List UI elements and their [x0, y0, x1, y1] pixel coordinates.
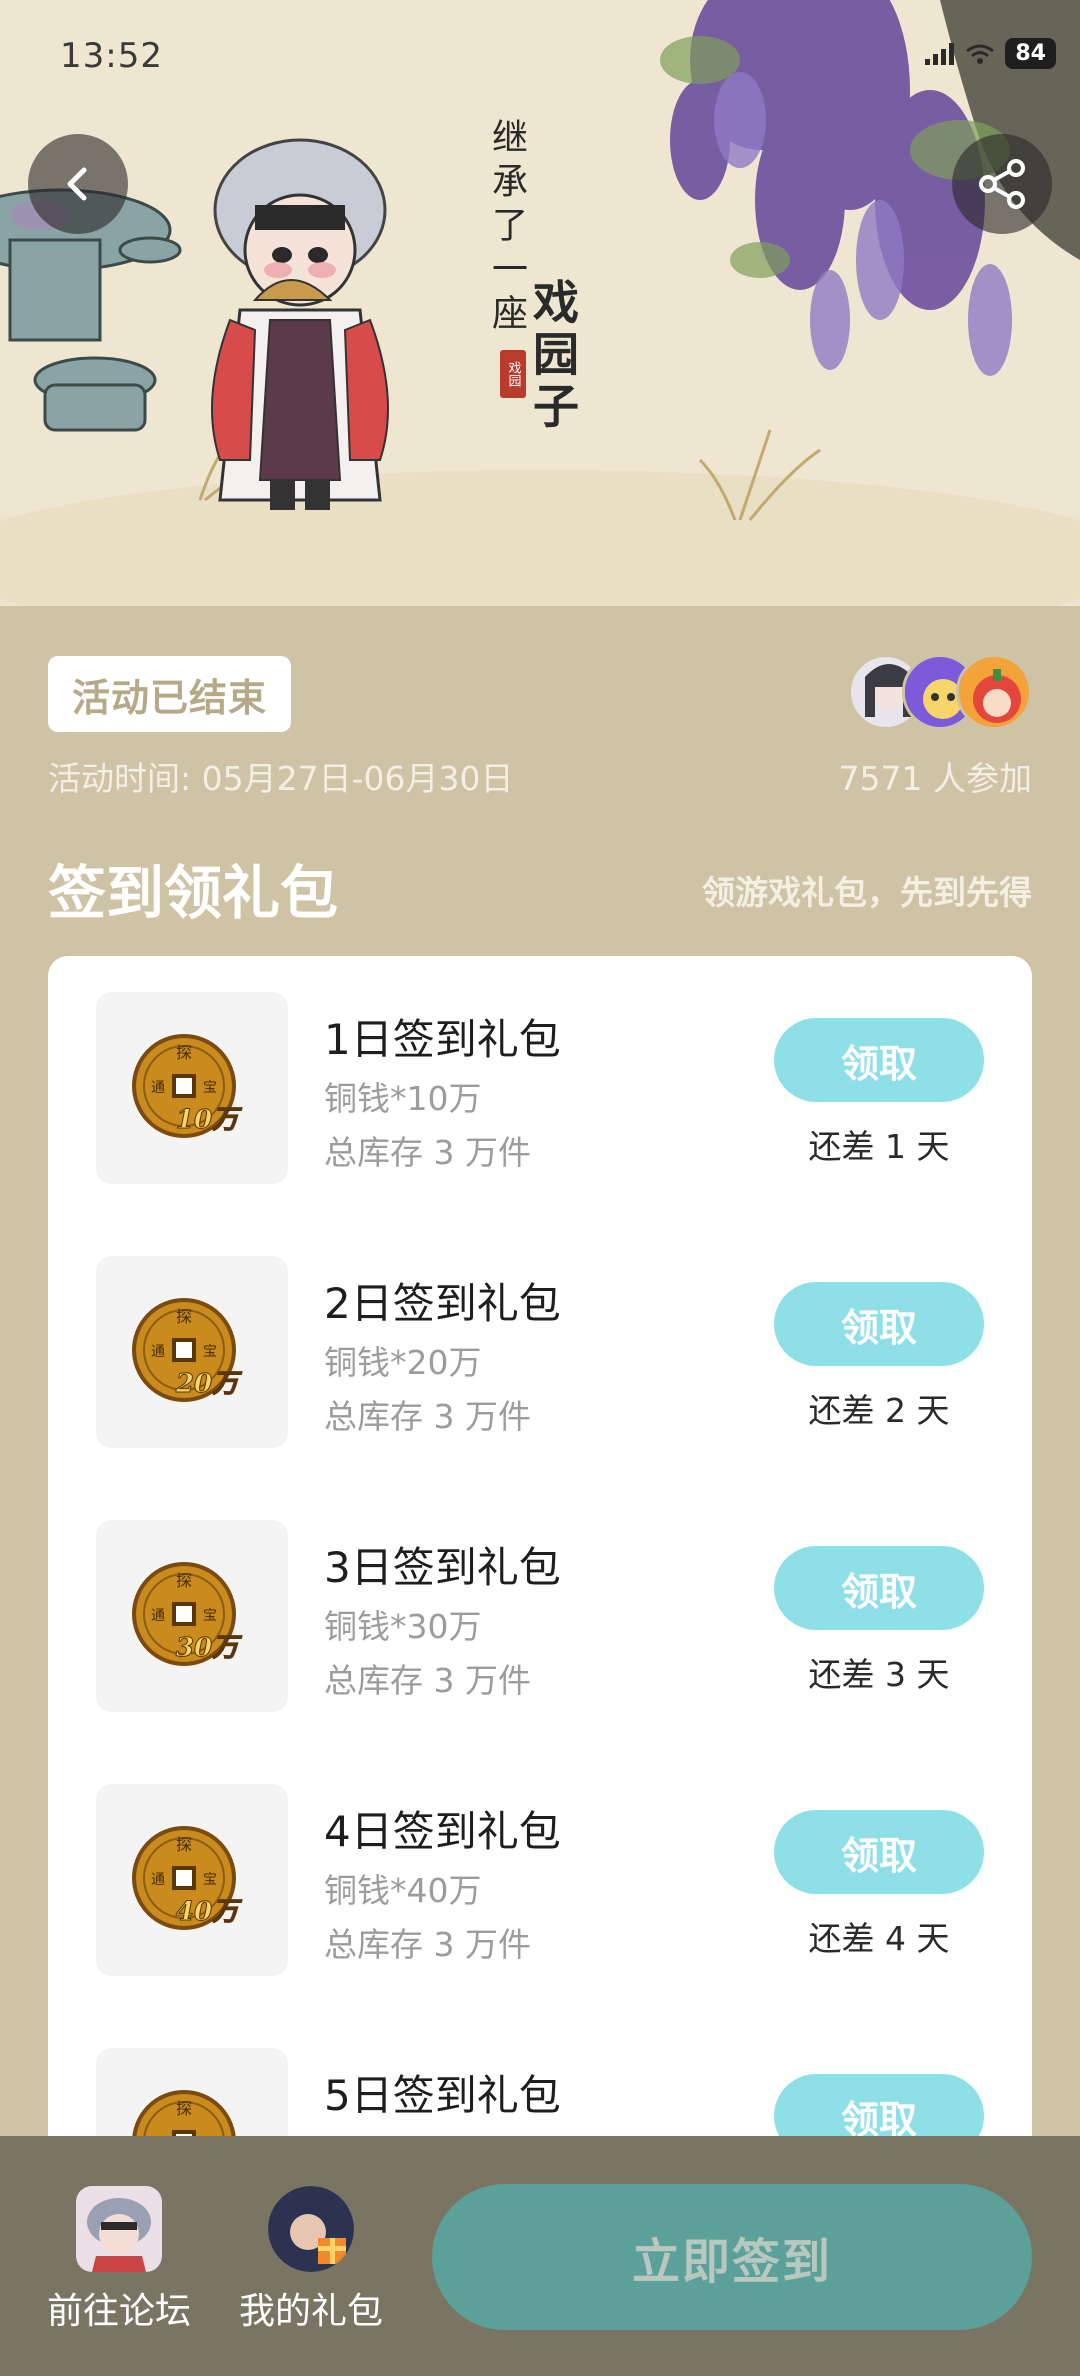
- coin-glyph-right: 宝: [203, 1344, 217, 1360]
- hero-poem-line2: 戏园子: [526, 278, 580, 434]
- forum-icon: [76, 2186, 162, 2272]
- coin-value: 20万: [175, 1369, 242, 1399]
- signin-now-button[interactable]: 立即签到: [432, 2184, 1032, 2330]
- gift-thumbnail: 探 通 宝 10万: [96, 992, 288, 1184]
- gift-stock: 总库存 3 万件: [324, 1397, 531, 1436]
- gift-row: 探 通 宝 20万 2日签到礼包 铜钱*20万 总库存 3 万件 领取 还差 2…: [48, 1256, 1032, 1452]
- my-gifts-icon: [268, 2186, 354, 2272]
- copper-coin-icon: 探 通 宝 20万: [132, 1298, 243, 1402]
- coin-glyph-left: 通: [151, 1344, 165, 1360]
- gift-name: 3日签到礼包: [324, 1543, 561, 1592]
- gift-thumbnail: 探 通 宝 40万: [96, 1784, 288, 1976]
- gift-thumbnail: 探 通 宝 30万: [96, 1520, 288, 1712]
- gift-description: 铜钱*20万: [324, 1343, 482, 1382]
- activity-status-badge: 活动已结束: [48, 656, 292, 732]
- my-gifts-link[interactable]: 我的礼包: [236, 2186, 386, 2334]
- gift-row: 探 通 宝 10万 1日签到礼包 铜钱*10万 总库存 3 万件 领取 还差 1…: [48, 992, 1032, 1188]
- copper-coin-icon: 探 通 宝 10万: [132, 1034, 243, 1138]
- copper-coin-icon: 探 通 宝 30万: [132, 1562, 243, 1666]
- forum-link[interactable]: 前往论坛: [44, 2186, 194, 2334]
- coin-glyph-top: 探: [176, 1571, 192, 1590]
- days-remaining: 还差 1 天: [808, 1127, 950, 1166]
- coin-glyph-left: 通: [151, 1608, 165, 1624]
- days-remaining: 还差 4 天: [808, 1919, 950, 1958]
- activity-time: 活动时间: 05月27日-06月30日: [48, 759, 514, 798]
- coin-glyph-right: 宝: [203, 1080, 217, 1096]
- gift-row: 探 通 宝 40万 4日签到礼包 铜钱*40万 总库存 3 万件 领取 还差 4…: [48, 1784, 1032, 1980]
- coin-value: 40万: [176, 1897, 242, 1927]
- coin-glyph-top: 探: [176, 1307, 192, 1326]
- wifi-icon: [966, 44, 995, 64]
- gift-name: 1日签到礼包: [324, 1015, 561, 1064]
- avatar: [956, 654, 1032, 730]
- section-subtitle: 领游戏礼包，先到先得: [702, 873, 1032, 912]
- gift-description: 铜钱*10万: [324, 1079, 482, 1118]
- coin-value: 30万: [176, 1633, 242, 1663]
- coin-glyph-right: 宝: [203, 1872, 217, 1888]
- coin-glyph-top: 探: [176, 1835, 192, 1854]
- participant-count: 7571 人参加: [838, 759, 1032, 798]
- claim-button[interactable]: 领取: [774, 1810, 984, 1894]
- participant-avatars: [848, 654, 1032, 730]
- claim-button[interactable]: 领取: [774, 1282, 984, 1366]
- claim-button[interactable]: 领取: [774, 1018, 984, 1102]
- gift-stock: 总库存 3 万件: [324, 1133, 531, 1172]
- coin-glyph-left: 通: [151, 1872, 165, 1888]
- status-icons: 84: [925, 38, 1056, 69]
- coin-glyph-left: 通: [151, 1080, 165, 1096]
- coin-value: 10万: [176, 1105, 242, 1135]
- gift-description: 铜钱*30万: [324, 1607, 482, 1646]
- gift-stock: 总库存 3 万件: [324, 1925, 531, 1964]
- share-icon: [979, 159, 1025, 209]
- gift-name: 2日签到礼包: [324, 1279, 561, 1328]
- battery-indicator: 84: [1005, 38, 1056, 69]
- coin-glyph-right: 宝: [203, 1608, 217, 1624]
- days-remaining: 还差 3 天: [808, 1655, 950, 1694]
- gift-name: 4日签到礼包: [324, 1807, 561, 1856]
- gift-thumbnail: 探 通 宝 20万: [96, 1256, 288, 1448]
- forum-label: 前往论坛: [46, 2291, 191, 2332]
- days-remaining: 还差 2 天: [808, 1391, 950, 1430]
- coin-glyph-top: 探: [176, 2099, 192, 2118]
- claim-button[interactable]: 领取: [774, 1546, 984, 1630]
- coin-glyph-top: 探: [176, 1043, 192, 1062]
- signal-icon: [925, 42, 955, 65]
- hero-banner: 13:52 84 继承了一座 戏园子 戏园: [0, 0, 1080, 606]
- gift-name: 5日签到礼包: [324, 2071, 561, 2120]
- gift-list-card: 探 通 宝 10万 1日签到礼包 铜钱*10万 总库存 3 万件 领取 还差 1…: [48, 956, 1032, 2256]
- share-button[interactable]: [952, 134, 1052, 234]
- back-chevron-icon: [67, 167, 87, 201]
- hero-poem-line1: 继承了一座: [486, 118, 527, 338]
- gift-description: 铜钱*40万: [324, 1871, 482, 1910]
- my-gifts-label: 我的礼包: [238, 2291, 383, 2332]
- bottom-action-bar: 前往论坛 我的礼包 立即签到: [0, 2136, 1080, 2376]
- gift-row: 探 通 宝 30万 3日签到礼包 铜钱*30万 总库存 3 万件 领取 还差 3…: [48, 1520, 1032, 1716]
- hero-seal: 戏园: [500, 350, 526, 398]
- section-title: 签到领礼包: [48, 859, 339, 927]
- back-button[interactable]: [28, 134, 128, 234]
- gift-stock: 总库存 3 万件: [324, 1661, 531, 1700]
- status-time: 13:52: [60, 36, 163, 76]
- copper-coin-icon: 探 通 宝 40万: [132, 1826, 243, 1930]
